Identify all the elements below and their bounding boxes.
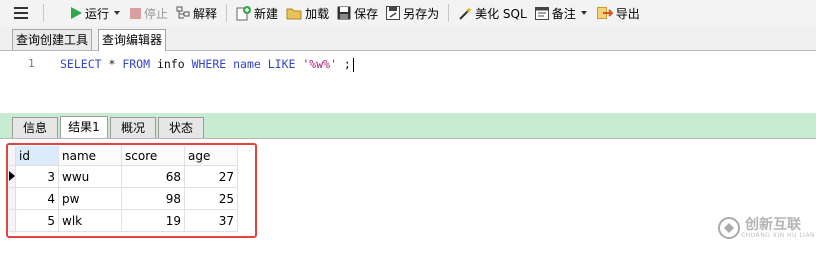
sql-star: *: [101, 57, 123, 71]
explain-button[interactable]: 解释: [172, 2, 221, 24]
tab-status[interactable]: 状态: [158, 117, 204, 138]
text-cursor: [352, 57, 354, 72]
sql-keyword-where: WHERE: [191, 57, 227, 71]
explain-label: 解释: [193, 6, 218, 21]
load-button[interactable]: 加载: [282, 2, 333, 24]
save-icon: [337, 6, 351, 20]
sql-string-pattern: '%w%': [295, 57, 344, 71]
load-label: 加载: [305, 6, 330, 21]
stop-label: 停止: [144, 6, 169, 21]
magic-wand-icon: [459, 7, 473, 20]
watermark-text-group: 创新互联 CHUANG XIN HU LIAN: [741, 218, 815, 239]
sql-table-name: info: [150, 57, 192, 71]
watermark-text: 创新互联: [745, 216, 801, 233]
tab-query-editor[interactable]: 查询编辑器: [98, 29, 167, 51]
tab-query-builder[interactable]: 查询创建工具: [12, 29, 93, 50]
folder-icon: [286, 8, 302, 19]
menu-button[interactable]: [0, 2, 38, 24]
stop-icon: [130, 7, 142, 19]
new-button[interactable]: 新建: [232, 2, 282, 24]
sql-keyword-select: SELECT: [60, 57, 102, 71]
sql-editor[interactable]: 1 SELECT * FROM info WHERE name LIKE '%w…: [0, 51, 816, 113]
chevron-down-icon[interactable]: [114, 10, 122, 16]
export-button[interactable]: 导出: [593, 2, 644, 24]
run-label: 运行: [85, 6, 110, 21]
save-as-icon: [386, 6, 401, 20]
beautify-sql-label: 美化 SQL: [475, 6, 527, 21]
new-query-icon: [236, 5, 252, 20]
save-as-label: 另存为: [403, 6, 440, 21]
sql-semicolon: ;: [343, 57, 351, 71]
run-button[interactable]: 运行: [66, 2, 126, 24]
save-button[interactable]: 保存: [333, 2, 382, 24]
new-label: 新建: [254, 6, 279, 21]
export-label: 导出: [615, 6, 640, 21]
comment-button[interactable]: 备注: [531, 2, 593, 24]
play-icon: [71, 7, 82, 19]
chevron-down-icon[interactable]: [580, 10, 589, 16]
sql-code-line[interactable]: SELECT * FROM info WHERE name LIKE '%w%'…: [60, 57, 354, 72]
toolbar-separator: [43, 4, 44, 22]
note-icon: [534, 7, 549, 20]
highlight-box: [6, 143, 257, 238]
save-as-button[interactable]: 另存为: [382, 2, 443, 24]
tab-result-1[interactable]: 结果1: [60, 116, 108, 138]
toolbar: 运行 停止 解释 新建 加载 保存 另存为 美化 SQL 备注 导出: [0, 0, 816, 27]
brand-logo-icon: [718, 217, 740, 239]
tab-info[interactable]: 信息: [12, 117, 58, 138]
tab-profile[interactable]: 概况: [110, 117, 156, 138]
query-tab-bar: 查询创建工具 查询编辑器: [0, 26, 816, 51]
beautify-sql-button[interactable]: 美化 SQL: [454, 2, 531, 24]
hamburger-menu-icon: [14, 7, 28, 19]
comment-label: 备注: [551, 6, 576, 21]
toolbar-separator: [226, 4, 228, 22]
export-icon: [596, 7, 613, 19]
sql-column-name: name: [226, 57, 268, 71]
sql-keyword-like: LIKE: [267, 57, 296, 71]
watermark-subtext: CHUANG XIN HU LIAN: [741, 231, 816, 239]
watermark-logo: 创新互联 CHUANG XIN HU LIAN: [717, 216, 815, 240]
sql-keyword-from: FROM: [122, 57, 151, 71]
save-label: 保存: [354, 6, 379, 21]
stop-button[interactable]: 停止: [126, 2, 172, 24]
result-tab-bar: 信息 结果1 概况 状态: [0, 113, 816, 139]
toolbar-separator: [448, 4, 450, 22]
line-number: 1: [28, 57, 35, 70]
explain-icon: [176, 6, 190, 19]
